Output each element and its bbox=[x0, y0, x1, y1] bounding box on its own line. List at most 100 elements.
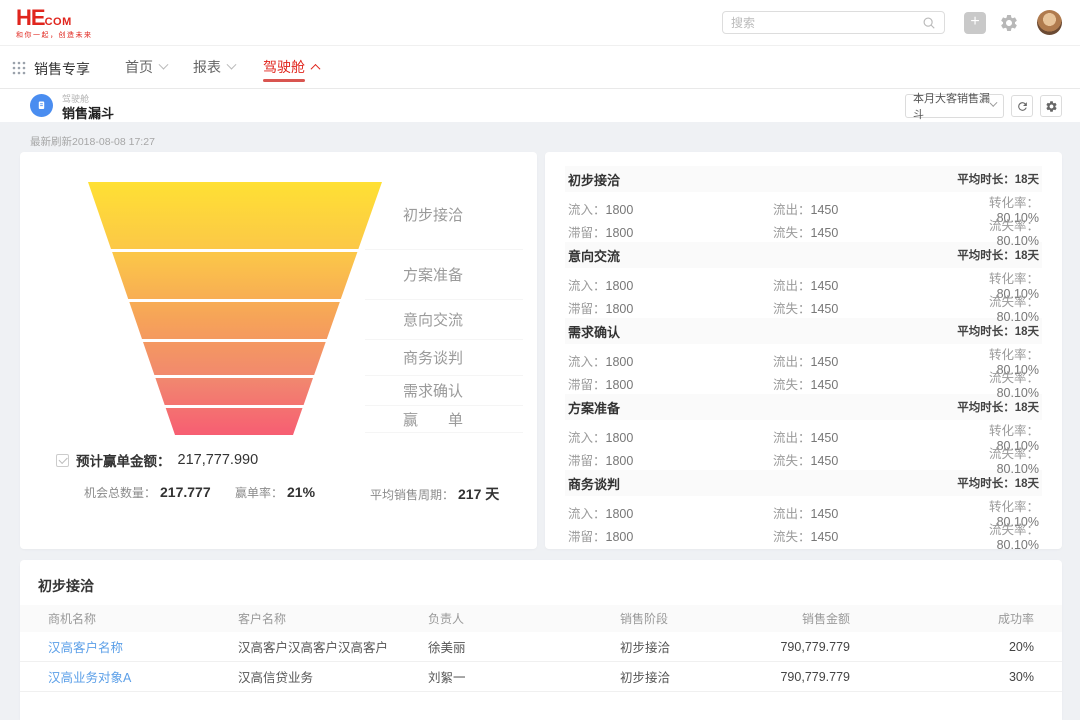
stat-label: 流出： bbox=[773, 203, 811, 217]
stat-label: 转化率： bbox=[989, 196, 1039, 210]
stage-cell: 初步接洽 bbox=[620, 667, 750, 686]
stat-stay: 滞留：1800 bbox=[568, 298, 773, 317]
stat-label: 流失： bbox=[773, 226, 811, 240]
stat-value: 217.777 bbox=[160, 484, 211, 500]
stat-loss: 流失：1450 bbox=[773, 222, 988, 241]
stat-win-rate: 赢单率： 21% bbox=[235, 484, 315, 501]
stage-stats-row: 流入：1800 流出：1450 转化率：80.10% bbox=[565, 420, 1042, 443]
duration-label: 平均时长： bbox=[957, 174, 1015, 186]
stage-section-3: 需求确认 平均时长：18天 流入：1800 流出：1450 转化率：80.10%… bbox=[565, 318, 1042, 390]
refresh-button[interactable] bbox=[1011, 95, 1033, 117]
opportunity-link[interactable]: 汉高客户名称 bbox=[48, 637, 238, 656]
stat-label: 流入： bbox=[568, 431, 606, 445]
funnel-segment-6[interactable] bbox=[166, 408, 303, 435]
stage-stats-panel: 初步接洽 平均时长：18天 流入：1800 流出：1450 转化率：80.10%… bbox=[545, 152, 1062, 549]
dashboard-settings-button[interactable] bbox=[1040, 95, 1062, 117]
stat-label: 滞留： bbox=[568, 226, 606, 240]
stat-label: 滞留： bbox=[568, 454, 606, 468]
stat-loss: 流失：1450 bbox=[773, 450, 988, 469]
nav-bar: 销售专享 首页 报表 驾驶舱 bbox=[0, 46, 1080, 89]
workspace-label: 销售专享 bbox=[34, 59, 90, 79]
stat-label: 转化率： bbox=[989, 348, 1039, 362]
duration-label: 平均时长： bbox=[957, 402, 1015, 414]
page-title: 销售漏斗 bbox=[62, 103, 114, 122]
stat-stay: 滞留：1800 bbox=[568, 374, 773, 393]
nav-item-cockpit[interactable]: 驾驶舱 bbox=[263, 46, 319, 88]
stage-title: 方案准备 bbox=[568, 398, 620, 417]
checkbox-icon[interactable] bbox=[56, 454, 69, 467]
stage-stats-row: 流入：1800 流出：1450 转化率：80.10% bbox=[565, 192, 1042, 215]
duration-label: 平均时长： bbox=[957, 326, 1015, 338]
funnel-segment-4[interactable] bbox=[143, 342, 326, 375]
funnel-stage-label: 方案准备 bbox=[365, 250, 523, 300]
hecom-logo[interactable]: HECOM 和你一起，创造未来 bbox=[16, 7, 93, 39]
stat-label: 流失率： bbox=[989, 523, 1039, 537]
stat-label: 流失率： bbox=[989, 447, 1039, 461]
search-icon bbox=[922, 16, 936, 30]
stat-value: 1450 bbox=[811, 507, 839, 521]
stage-stats-row: 滞留：1800 流失：1450 流失率：80.10% bbox=[565, 215, 1042, 238]
nav-item-home[interactable]: 首页 bbox=[125, 46, 167, 88]
stage-section-header: 需求确认 平均时长：18天 bbox=[565, 318, 1042, 344]
stat-value: 1800 bbox=[606, 378, 634, 392]
stat-value: 217 天 bbox=[458, 484, 499, 504]
stat-value: 1800 bbox=[606, 279, 634, 293]
duration-value: 18天 bbox=[1015, 250, 1039, 262]
stage-cell: 初步接洽 bbox=[620, 637, 750, 656]
nav-item-label: 报表 bbox=[193, 57, 221, 77]
owner-cell: 徐美丽 bbox=[428, 637, 620, 656]
search-input[interactable] bbox=[731, 16, 922, 30]
stage-duration: 平均时长：18天 bbox=[957, 247, 1039, 263]
app-launcher-grid-icon[interactable] bbox=[12, 61, 26, 75]
stat-value: 1450 bbox=[811, 454, 839, 468]
stat-total-opportunities: 机会总数量： 217.777 bbox=[84, 484, 211, 501]
stat-label: 转化率： bbox=[989, 424, 1039, 438]
stat-label: 转化率： bbox=[989, 500, 1039, 514]
stat-label: 流失率： bbox=[989, 295, 1039, 309]
stat-loss-rate: 流失率：80.10% bbox=[988, 215, 1039, 248]
stat-outflow: 流出：1450 bbox=[773, 427, 988, 446]
duration-label: 平均时长： bbox=[957, 250, 1015, 262]
stage-stats-row: 滞留：1800 流失：1450 流失率：80.10% bbox=[565, 367, 1042, 390]
stat-value: 1450 bbox=[811, 431, 839, 445]
stage-stats-row: 滞留：1800 流失：1450 流失率：80.10% bbox=[565, 519, 1042, 542]
stat-label: 滞留： bbox=[568, 378, 606, 392]
opportunity-link[interactable]: 汉高业务对象A bbox=[48, 667, 238, 686]
funnel-segment-3[interactable] bbox=[129, 302, 339, 339]
global-search[interactable] bbox=[722, 11, 945, 34]
duration-value: 18天 bbox=[1015, 478, 1039, 490]
stat-label: 机会总数量： bbox=[84, 484, 156, 501]
table-row: 汉高客户名称 汉高客户汉高客户汉高客户 徐美丽 初步接洽 790,779.779… bbox=[20, 632, 1062, 662]
stat-value: 1450 bbox=[811, 302, 839, 316]
nav-item-reports[interactable]: 报表 bbox=[193, 46, 235, 88]
funnel-segment-5[interactable] bbox=[155, 378, 313, 405]
table-row: 汉高业务对象A 汉高信贷业务 刘絮一 初步接洽 790,779.779 30% bbox=[20, 662, 1062, 692]
stat-value: 1450 bbox=[811, 203, 839, 217]
funnel-filter-select[interactable]: 本月大客销售漏斗 bbox=[905, 94, 1004, 118]
chevron-down-icon bbox=[159, 59, 169, 69]
user-avatar[interactable] bbox=[1037, 10, 1062, 35]
stat-avg-cycle: 平均销售周期： 217 天 bbox=[370, 484, 499, 504]
last-refresh-text: 最新刷新2018-08-08 17:27 bbox=[30, 134, 155, 149]
stat-loss-rate: 流失率：80.10% bbox=[988, 443, 1039, 476]
stat-inflow: 流入：1800 bbox=[568, 351, 773, 370]
funnel-stage-labels: 初步接洽 方案准备 意向交流 商务谈判 需求确认 赢 单 bbox=[365, 180, 523, 433]
stage-duration: 平均时长：18天 bbox=[957, 323, 1039, 339]
stat-value: 1800 bbox=[606, 302, 634, 316]
funnel-segment-1[interactable] bbox=[88, 182, 382, 249]
settings-gear-icon[interactable] bbox=[999, 13, 1019, 33]
owner-cell: 刘絮一 bbox=[428, 667, 620, 686]
stat-loss-rate: 流失率：80.10% bbox=[988, 291, 1039, 324]
stage-duration: 平均时长：18天 bbox=[957, 399, 1039, 415]
funnel-stage-label: 初步接洽 bbox=[365, 180, 523, 250]
funnel-stage-label: 赢 单 bbox=[365, 406, 523, 433]
chevron-down-icon bbox=[227, 59, 237, 69]
stage-stats-row: 滞留：1800 流失：1450 流失率：80.10% bbox=[565, 291, 1042, 314]
stat-label: 流失： bbox=[773, 302, 811, 316]
funnel-segment-2[interactable] bbox=[112, 252, 357, 299]
add-icon[interactable]: + bbox=[964, 12, 986, 34]
stage-duration: 平均时长：18天 bbox=[957, 475, 1039, 491]
stage-title: 意向交流 bbox=[568, 246, 620, 265]
stat-label: 流失率： bbox=[989, 371, 1039, 385]
stat-label: 滞留： bbox=[568, 302, 606, 316]
